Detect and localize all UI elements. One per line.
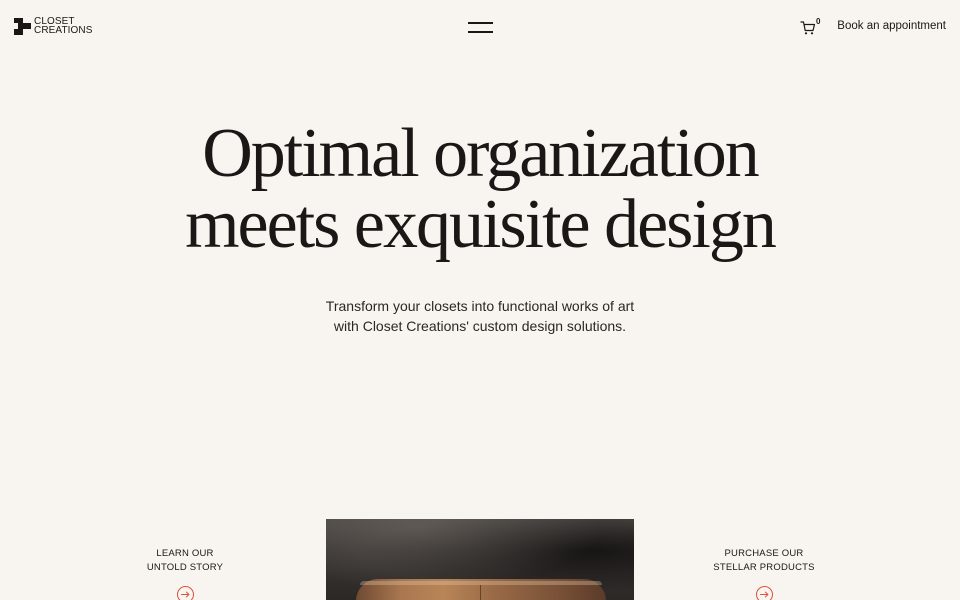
learn-story-label: LEARN OUR UNTOLD STORY <box>95 547 275 574</box>
logo-line-2: CREATIONS <box>34 25 93 36</box>
arrow-right-icon[interactable] <box>176 586 194 600</box>
purchase-products-label: PURCHASE OUR STELLAR PRODUCTS <box>674 547 854 574</box>
learn-story-line-2: UNTOLD STORY <box>146 561 224 573</box>
learn-story-link[interactable]: LEARN OUR UNTOLD STORY <box>95 547 275 600</box>
cart-button[interactable]: 0 <box>800 17 824 37</box>
logo-wordmark: CLOSET CREATIONS <box>34 17 93 36</box>
subtext-line-1: Transform your closets into functional w… <box>325 298 635 314</box>
cart-count-badge: 0 <box>816 17 821 26</box>
page: CLOSET CREATIONS 0 Book an appointment O… <box>0 0 960 600</box>
headline-line-2: meets exquisite design <box>185 186 777 263</box>
subtext-line-2: with Closet Creations' custom design sol… <box>333 318 627 334</box>
purchase-products-line-2: STELLAR PRODUCTS <box>713 561 815 573</box>
purchase-products-line-1: PURCHASE OUR <box>724 548 804 559</box>
product-image <box>326 519 634 600</box>
headline-line-1: Optimal organization <box>202 115 760 192</box>
cart-icon <box>800 21 816 35</box>
hero-headline: Optimal organization meets exquisite des… <box>0 118 960 260</box>
brand-logo[interactable]: CLOSET CREATIONS <box>14 17 93 36</box>
hero-subtext: Transform your closets into functional w… <box>0 296 960 336</box>
purchase-products-link[interactable]: PURCHASE OUR STELLAR PRODUCTS <box>674 547 854 600</box>
logo-mark-icon <box>14 17 31 35</box>
arrow-right-icon[interactable] <box>755 586 773 600</box>
hamburger-menu-icon[interactable] <box>468 22 493 34</box>
book-appointment-link[interactable]: Book an appointment <box>837 20 946 32</box>
learn-story-line-1: LEARN OUR <box>156 548 214 559</box>
